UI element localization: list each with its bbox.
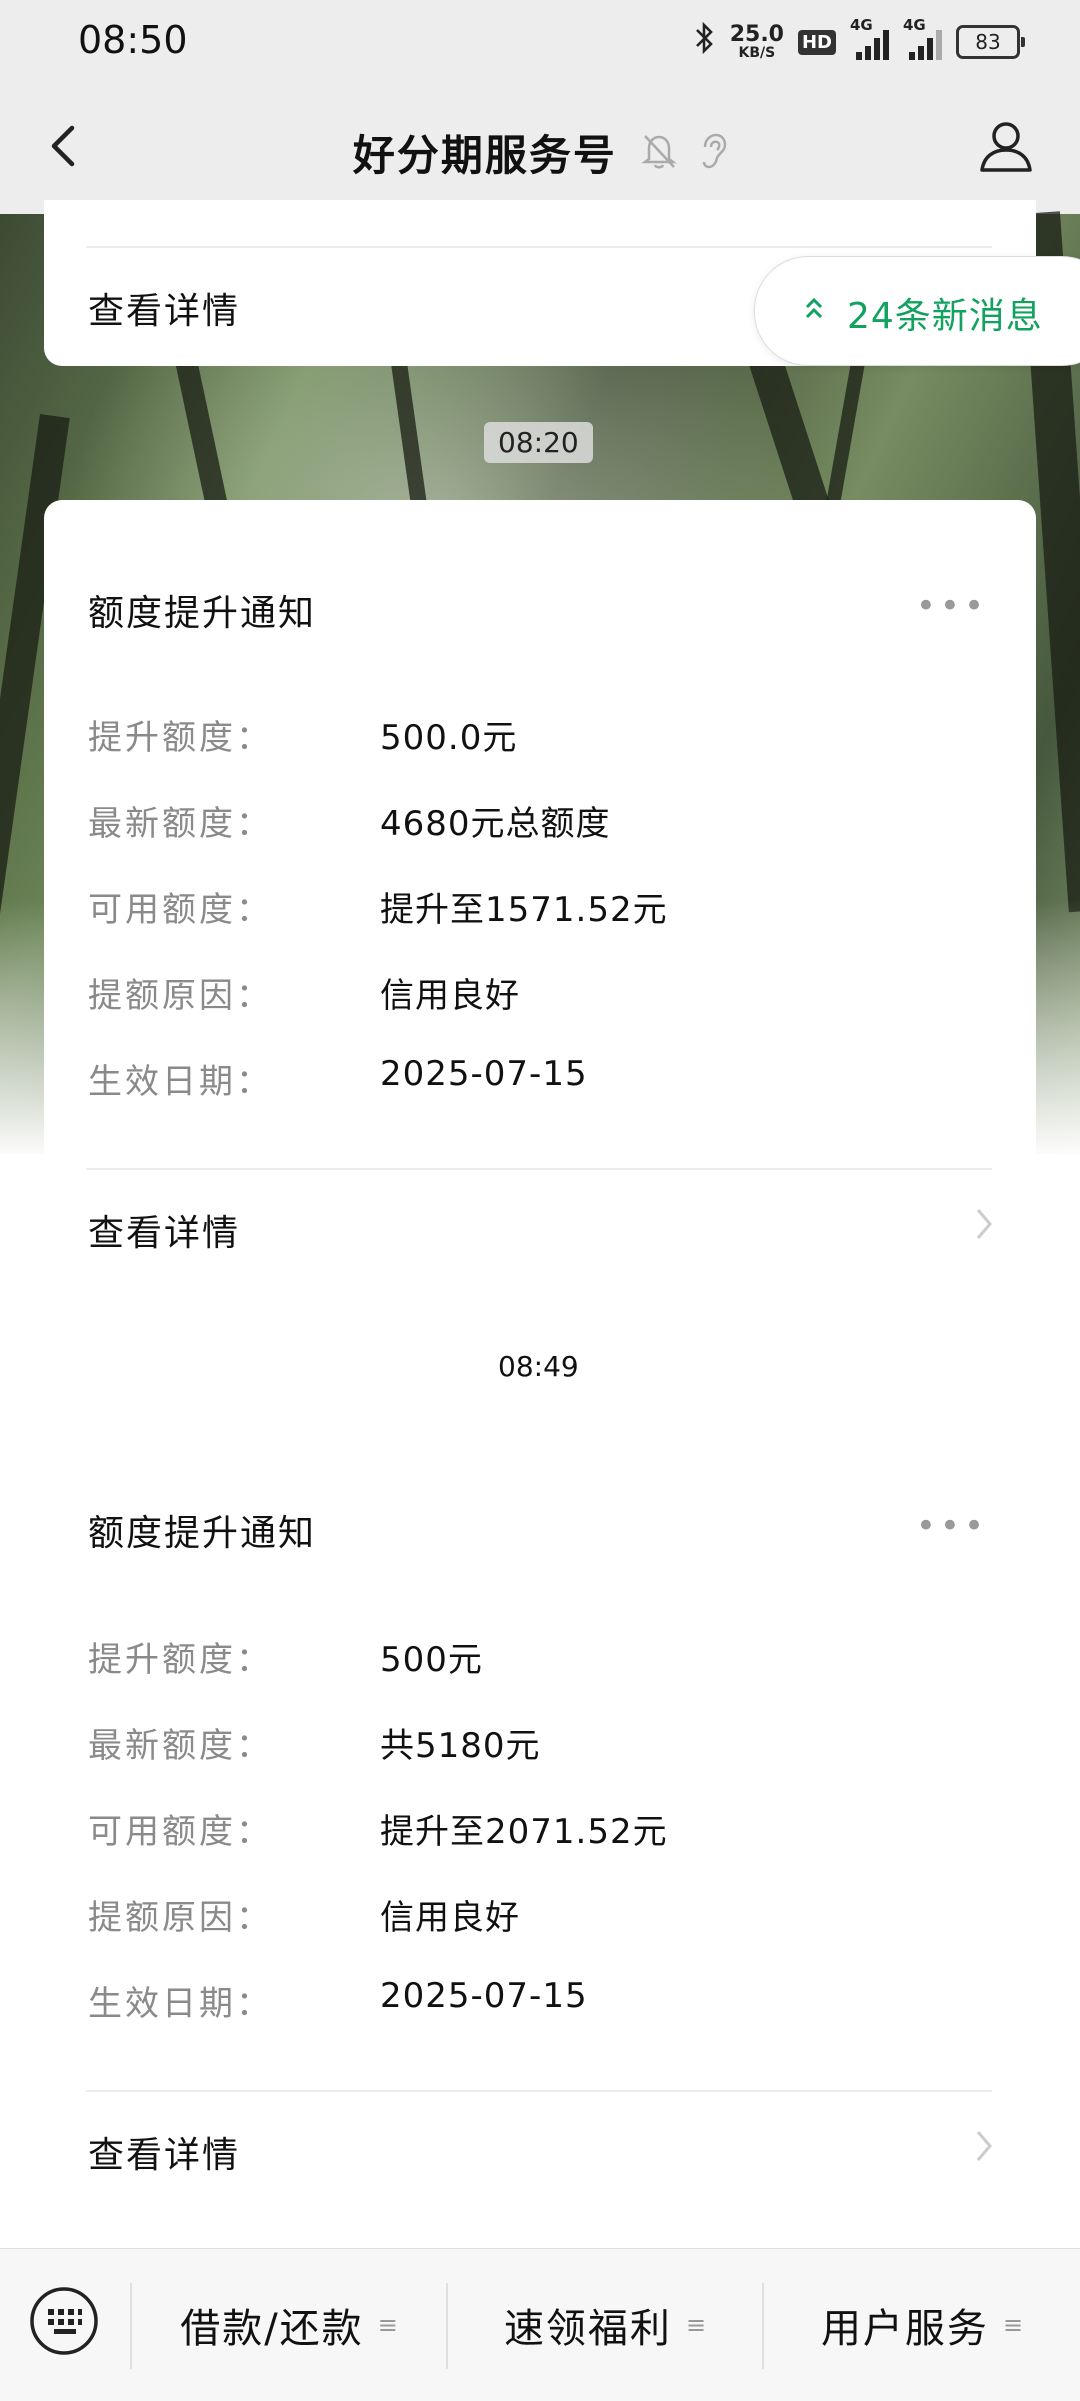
view-details-link[interactable]: 查看详情 bbox=[88, 2126, 240, 2178]
row-value: 信用良好 bbox=[380, 1898, 520, 1938]
row-label: 提升额度： bbox=[88, 1640, 273, 1680]
row-label: 可用额度： bbox=[88, 1812, 273, 1852]
bluetooth-icon bbox=[694, 21, 716, 64]
row-value: 提升至1571.52元 bbox=[380, 890, 668, 930]
view-details-link[interactable]: 查看详情 bbox=[88, 1204, 240, 1256]
menu-label: 用户服务 bbox=[820, 2306, 989, 2352]
row-value: 共5180元 bbox=[380, 1726, 541, 1766]
nav-bar: 好分期服务号 bbox=[0, 84, 1080, 214]
mute-bell-icon bbox=[640, 131, 678, 175]
message-timestamp: 08:20 bbox=[484, 422, 593, 463]
menu-list-icon: ≡ bbox=[377, 2311, 398, 2339]
row-value: 2025-07-15 bbox=[380, 1054, 588, 1094]
message-card: 额度提升通知 ••• 提升额度： 500.0元 最新额度： 4680元总额度 可… bbox=[44, 500, 1036, 1290]
ear-icon bbox=[697, 131, 727, 175]
status-bar: 08:50 25.0 KB/S HD 4G 4G 83 bbox=[0, 0, 1080, 84]
menu-quick-benefits[interactable]: 速领福利 ≡ bbox=[448, 2249, 762, 2401]
page-title: 好分期服务号 bbox=[352, 131, 617, 180]
card-divider bbox=[86, 246, 992, 248]
new-messages-button[interactable]: 24条新消息 bbox=[754, 256, 1080, 366]
row-value: 提升至2071.52元 bbox=[380, 1812, 668, 1852]
menu-user-service[interactable]: 用户服务 ≡ bbox=[764, 2249, 1080, 2401]
card-divider bbox=[86, 1168, 992, 1170]
new-messages-label: 24条新消息 bbox=[847, 296, 1043, 337]
menu-loan-repay[interactable]: 借款/还款 ≡ bbox=[132, 2249, 446, 2401]
network-speed: 25.0 KB/S bbox=[729, 22, 784, 61]
menu-label: 借款/还款 bbox=[180, 2306, 364, 2352]
row-value: 2025-07-15 bbox=[380, 1976, 588, 2016]
double-chevron-up-icon bbox=[803, 293, 825, 325]
battery-icon: 83 bbox=[956, 25, 1025, 59]
chevron-right-icon[interactable] bbox=[972, 1204, 996, 1244]
bottom-menu-bar: 借款/还款 ≡ 速领福利 ≡ 用户服务 ≡ bbox=[0, 2248, 1080, 2401]
row-label: 提升额度： bbox=[88, 718, 273, 758]
row-value: 4680元总额度 bbox=[380, 804, 611, 844]
chevron-right-icon[interactable] bbox=[972, 2126, 996, 2166]
row-label: 最新额度： bbox=[88, 804, 273, 844]
signal-icon: 4G bbox=[850, 16, 889, 60]
row-label: 最新额度： bbox=[88, 1726, 273, 1766]
view-details-link[interactable]: 查看详情 bbox=[88, 282, 240, 334]
more-options-icon[interactable]: ••• bbox=[916, 1506, 988, 1546]
row-label: 提额原因： bbox=[88, 1898, 273, 1938]
profile-icon[interactable] bbox=[974, 114, 1038, 178]
menu-list-icon: ≡ bbox=[685, 2311, 707, 2339]
menu-label: 速领福利 bbox=[503, 2306, 672, 2352]
row-label: 生效日期： bbox=[88, 1984, 273, 2024]
row-value: 500元 bbox=[380, 1640, 483, 1680]
status-time: 08:50 bbox=[78, 18, 188, 62]
card-title: 额度提升通知 bbox=[88, 1513, 317, 1554]
row-label: 生效日期： bbox=[88, 1062, 273, 1102]
signal-icon-2: 4G bbox=[903, 16, 942, 60]
card-title: 额度提升通知 bbox=[88, 593, 317, 634]
menu-list-icon: ≡ bbox=[1002, 2311, 1024, 2339]
row-value: 信用良好 bbox=[380, 976, 520, 1016]
message-timestamp: 08:49 bbox=[498, 1350, 579, 1383]
row-value: 500.0元 bbox=[380, 718, 518, 758]
row-label: 可用额度： bbox=[88, 890, 273, 930]
hd-voice-icon: HD bbox=[797, 29, 836, 55]
message-card: 额度提升通知 ••• 提升额度： 500元 最新额度： 共5180元 可用额度：… bbox=[44, 1420, 1036, 2210]
more-options-icon[interactable]: ••• bbox=[916, 586, 988, 626]
row-label: 提额原因： bbox=[88, 976, 273, 1016]
keyboard-icon[interactable] bbox=[28, 2285, 100, 2357]
card-divider bbox=[86, 2090, 992, 2092]
